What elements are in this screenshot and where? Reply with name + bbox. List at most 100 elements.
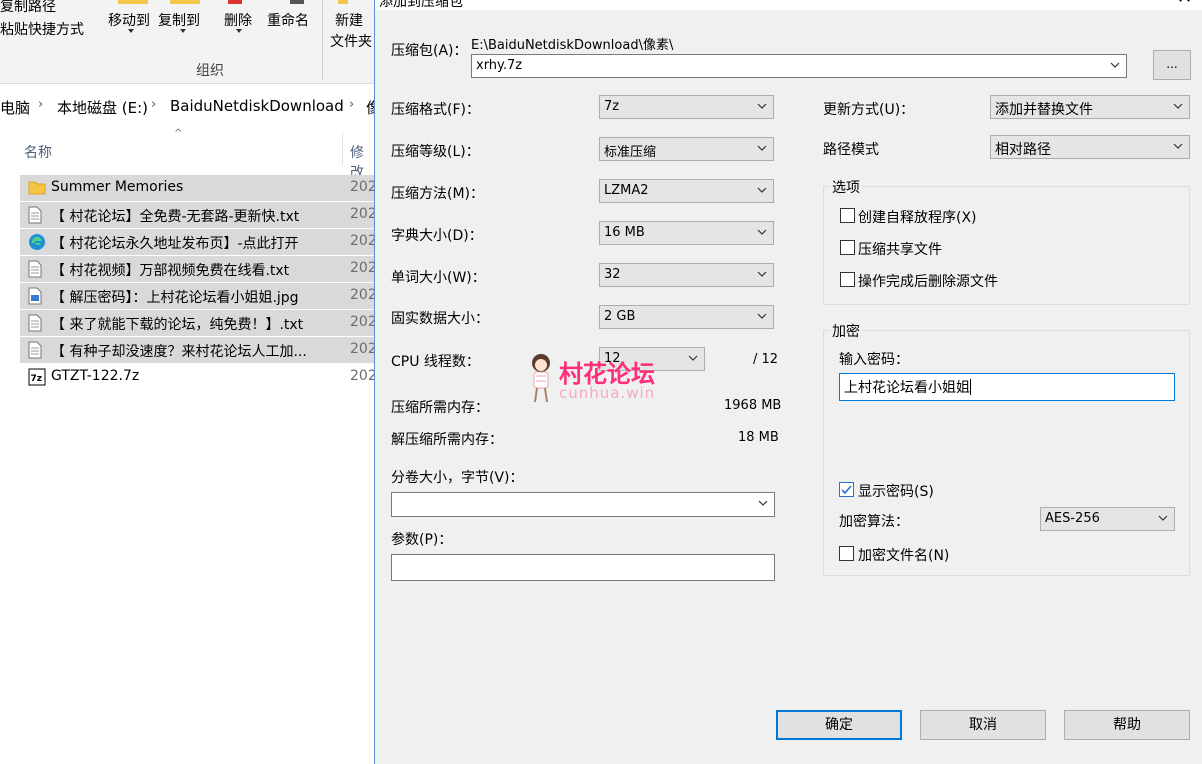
params-input[interactable] [391,554,775,581]
delete-after-label[interactable]: 操作完成后删除源文件 [858,271,998,291]
mem-compress-value: 1968 MB [724,398,782,413]
list-item[interactable]: 【 村花论坛永久地址发布页】-点此打开 202 [20,229,376,255]
solid-select[interactable]: 2 GB [599,305,774,329]
dict-select[interactable]: 16 MB [599,221,774,245]
file-name: 【 村花论坛永久地址发布页】-点此打开 [51,236,299,252]
dict-value: 16 MB [604,225,645,240]
solid-value: 2 GB [604,309,636,324]
list-item[interactable]: 【 村花视频】万部视频免费在线看.txt 202 [20,256,376,282]
chevron-down-icon [1173,143,1183,149]
encrypt-names-label[interactable]: 加密文件名(N) [858,545,949,565]
update-label: 更新方式(U)： [823,102,915,118]
update-value: 添加并替换文件 [995,102,1093,118]
archive-name-value: xrhy.7z [476,58,523,73]
encryption-algo-select[interactable]: AES-256 [1040,507,1175,531]
word-select[interactable]: 32 [599,263,774,287]
column-header-name[interactable]: 名称 [24,142,52,162]
archive-name-combo[interactable]: xrhy.7z [471,54,1127,78]
file-date: 202 [350,233,376,249]
threads-max: / 12 [753,352,779,367]
title-bar[interactable]: 添加到压缩包 ✕ [375,0,1202,10]
shared-files-label[interactable]: 压缩共享文件 [858,239,942,259]
breadcrumb-item[interactable]: BaiduNetdiskDownload [170,97,344,115]
show-password-label[interactable]: 显示密码(S) [858,481,934,501]
chevron-down-icon [757,271,767,277]
path-mode-label: 路径模式 [823,142,879,158]
help-button[interactable]: 帮助 [1064,710,1190,740]
encrypt-names-checkbox[interactable] [839,546,854,561]
chevron-right-icon: › [349,97,355,112]
archive-path: E:\BaiduNetdiskDownload\像素\ [471,38,674,53]
rename-button[interactable]: 重命名 [267,10,309,30]
update-select[interactable]: 添加并替换文件 [990,95,1190,119]
path-mode-select[interactable]: 相对路径 [990,135,1190,159]
shared-files-checkbox[interactable] [840,240,855,255]
breadcrumb-item[interactable]: 电脑 [0,97,30,118]
text-file-icon [28,341,44,359]
browse-button[interactable]: ... [1153,50,1191,80]
list-item[interactable]: 【 来了就能下载的论坛，纯免费！】.txt 202 [20,310,376,336]
dialog-title: 添加到压缩包 [379,0,463,10]
copy-to-button[interactable]: 复制到 [158,10,200,30]
format-value: 7z [604,99,620,114]
params-label: 参数(P)： [391,532,453,548]
file-date: 202 [350,314,376,330]
format-select[interactable]: 7z [599,95,774,119]
level-label: 压缩等级(L)： [391,144,480,160]
password-value: 上村花论坛看小姐姐 [844,380,970,396]
list-item[interactable]: 【 有种子却没速度？来村花论坛人工加... 202 [20,337,376,363]
method-label: 压缩方法(M)： [391,186,485,202]
file-name: 【 村花视频】万部视频免费在线看.txt [51,263,290,279]
close-icon[interactable]: ✕ [1177,0,1192,8]
file-name: 【 解压密码】：上村花论坛看小姐姐.jpg [51,290,299,306]
archive-label: 压缩包(A)： [391,43,468,59]
sort-up-icon: ^ [174,128,183,139]
file-name: Summer Memories [51,179,184,195]
chevron-down-icon [128,29,134,33]
word-label: 单词大小(W)： [391,270,486,286]
sfx-checkbox[interactable] [840,208,855,223]
text-file-icon [28,260,44,278]
mem-decompress-label: 解压缩所需内存： [391,432,503,448]
file-name: 【 有种子却没速度？来村花论坛人工加... [51,344,307,360]
list-item[interactable]: Summer Memories 202 [20,175,376,201]
ok-button[interactable]: 确定 [776,710,902,740]
watermark-logo: 村花论坛 cunhua.win [525,352,695,408]
breadcrumb[interactable]: 电脑 › 本地磁盘 (E:) › BaiduNetdiskDownload › … [0,88,376,124]
list-item[interactable]: 【 解压密码】：上村花论坛看小姐姐.jpg 202 [20,283,376,309]
new-button[interactable]: 新建 [335,10,363,30]
file-date: 202 [350,341,376,357]
move-to-button[interactable]: 移动到 [108,10,150,30]
sfx-label[interactable]: 创建自释放程序(X) [858,207,977,227]
password-label: 输入密码： [839,352,909,368]
move-to-icon [118,0,148,4]
delete-button[interactable]: 删除 [224,10,252,30]
method-select[interactable]: LZMA2 [599,179,774,203]
password-input[interactable]: 上村花论坛看小姐姐 [839,373,1175,401]
delete-after-checkbox[interactable] [840,272,855,287]
show-password-checkbox[interactable] [839,482,854,497]
chevron-down-icon [180,29,186,33]
volume-combo[interactable] [391,492,775,517]
paste-shortcut-button[interactable]: 粘贴快捷方式 [0,19,84,39]
ribbon-toolbar: 复制路径 粘贴快捷方式 移动到 复制到 删除 重命名 新建 文件夹 组织 [0,0,376,84]
rename-icon [290,0,304,4]
chevron-down-icon [757,313,767,319]
list-item[interactable]: 7z GTZT-122.7z 202 [20,364,376,390]
file-name: 【 村花论坛】全免费-无套路-更新快.txt [51,209,300,225]
edge-browser-icon [28,233,45,251]
watermark-subtitle: cunhua.win [559,384,656,402]
ribbon-divider [322,0,323,80]
list-item[interactable]: 【 村花论坛】全免费-无套路-更新快.txt 202 [20,202,376,228]
new-folder-icon [338,0,348,4]
breadcrumb-item[interactable]: 本地磁盘 (E:) [57,97,148,118]
level-select[interactable]: 标准压缩 [599,137,774,161]
cancel-button[interactable]: 取消 [920,710,1046,740]
volume-label: 分卷大小，字节(V)： [391,470,524,486]
new-folder-button[interactable]: 文件夹 [330,31,372,51]
chevron-down-icon [757,103,767,109]
column-divider[interactable] [342,132,343,166]
file-name: GTZT-122.7z [51,368,140,384]
file-explorer-window: 复制路径 粘贴快捷方式 移动到 复制到 删除 重命名 新建 文件夹 组织 电脑 … [0,0,376,752]
copy-path-button[interactable]: 复制路径 [0,0,56,16]
